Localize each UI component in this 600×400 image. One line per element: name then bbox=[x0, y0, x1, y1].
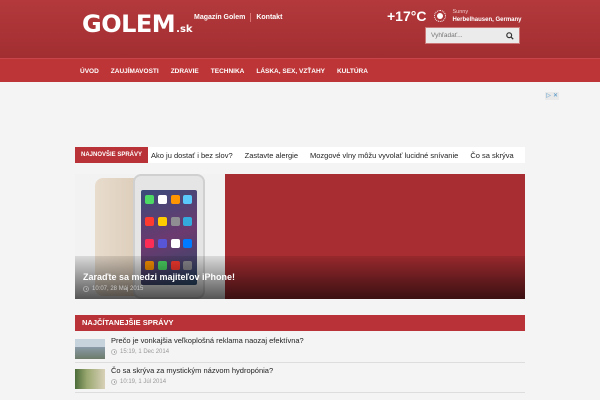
article-thumbnail[interactable] bbox=[75, 369, 105, 389]
search-icon[interactable] bbox=[506, 32, 514, 40]
list-item[interactable]: Čo sa skrýva za mystickým názvom hydropó… bbox=[75, 363, 525, 393]
ticker-label: NAJNOVŠIE SPRÁVY bbox=[75, 147, 149, 163]
article-date: 10:19, 1 Júl 2014 bbox=[120, 379, 167, 385]
nav-item-technika[interactable]: TECHNIKA bbox=[205, 59, 251, 83]
article-thumbnail[interactable] bbox=[75, 339, 105, 359]
clock-icon bbox=[83, 286, 89, 292]
ticker-item[interactable]: Mozgové vlny môžu vyvolať lucidné snívan… bbox=[304, 151, 464, 160]
nav-item-zaujimavosti[interactable]: ZAUJÍMAVOSTI bbox=[105, 59, 165, 83]
most-read-header: NAJČÍTANEJŠIE SPRÁVY bbox=[75, 315, 525, 331]
featured-title[interactable]: Zaraďte sa medzi majiteľov iPhone! bbox=[83, 272, 235, 282]
ad-close-icon: ✕ bbox=[552, 92, 559, 100]
search-input[interactable] bbox=[426, 28, 504, 43]
search-box bbox=[425, 27, 520, 44]
logo-suffix: .sk bbox=[176, 24, 193, 35]
list-item[interactable]: Prečo je vonkajšia veľkoplošná reklama n… bbox=[75, 333, 525, 363]
nav-item-zdravie[interactable]: ZDRAVIE bbox=[165, 59, 205, 83]
ticker-item[interactable]: Ako ju dostať i bez slov? bbox=[145, 151, 239, 160]
weather-condition: Sunny bbox=[452, 9, 469, 15]
link-magazin[interactable]: Magazín Golem bbox=[194, 14, 245, 21]
ad-info-icon: ▷ bbox=[545, 92, 552, 100]
link-separator bbox=[250, 13, 252, 22]
ticker-item[interactable]: Čo sa skrýva bbox=[464, 151, 519, 160]
ticker-item[interactable]: Zastavte alergie bbox=[239, 151, 304, 160]
sun-icon bbox=[434, 10, 447, 22]
most-read-list: Prečo je vonkajšia veľkoplošná reklama n… bbox=[75, 333, 525, 393]
weather-temperature: +17°C bbox=[387, 8, 427, 24]
weather-location: Herbelhausen, Germany bbox=[452, 17, 522, 23]
site-logo[interactable]: GOLEM .sk bbox=[82, 10, 193, 42]
top-links: Magazín Golem Kontakt bbox=[194, 13, 282, 22]
nav-item-kultura[interactable]: KULTÚRA bbox=[331, 59, 374, 83]
featured-meta: 10:07, 28 Máj 2015 bbox=[83, 286, 143, 292]
nav-item-uvod[interactable]: ÚVOD bbox=[74, 59, 105, 83]
clock-icon bbox=[111, 379, 117, 385]
article-title[interactable]: Prečo je vonkajšia veľkoplošná reklama n… bbox=[111, 336, 304, 345]
featured-date: 10:07, 28 Máj 2015 bbox=[92, 286, 144, 292]
ad-choices[interactable]: ▷ ✕ bbox=[545, 92, 559, 100]
article-date: 15:19, 1 Dec 2014 bbox=[120, 349, 170, 355]
clock-icon bbox=[111, 349, 117, 355]
weather-widget: +17°C Sunny Herbelhausen, Germany bbox=[387, 8, 522, 24]
main-nav: ÚVOD ZAUJÍMAVOSTI ZDRAVIE TECHNIKA LÁSKA… bbox=[0, 58, 600, 82]
article-title[interactable]: Čo sa skrýva za mystickým názvom hydropó… bbox=[111, 366, 273, 375]
news-ticker: NAJNOVŠIE SPRÁVY Ako ju dostať i bez slo… bbox=[75, 147, 525, 163]
logo-text: GOLEM bbox=[82, 10, 176, 38]
nav-item-laska[interactable]: LÁSKA, SEX, VZŤAHY bbox=[250, 59, 331, 83]
site-header: GOLEM .sk Magazín Golem Kontakt +17°C Su… bbox=[0, 0, 600, 58]
link-kontakt[interactable]: Kontakt bbox=[256, 14, 282, 21]
